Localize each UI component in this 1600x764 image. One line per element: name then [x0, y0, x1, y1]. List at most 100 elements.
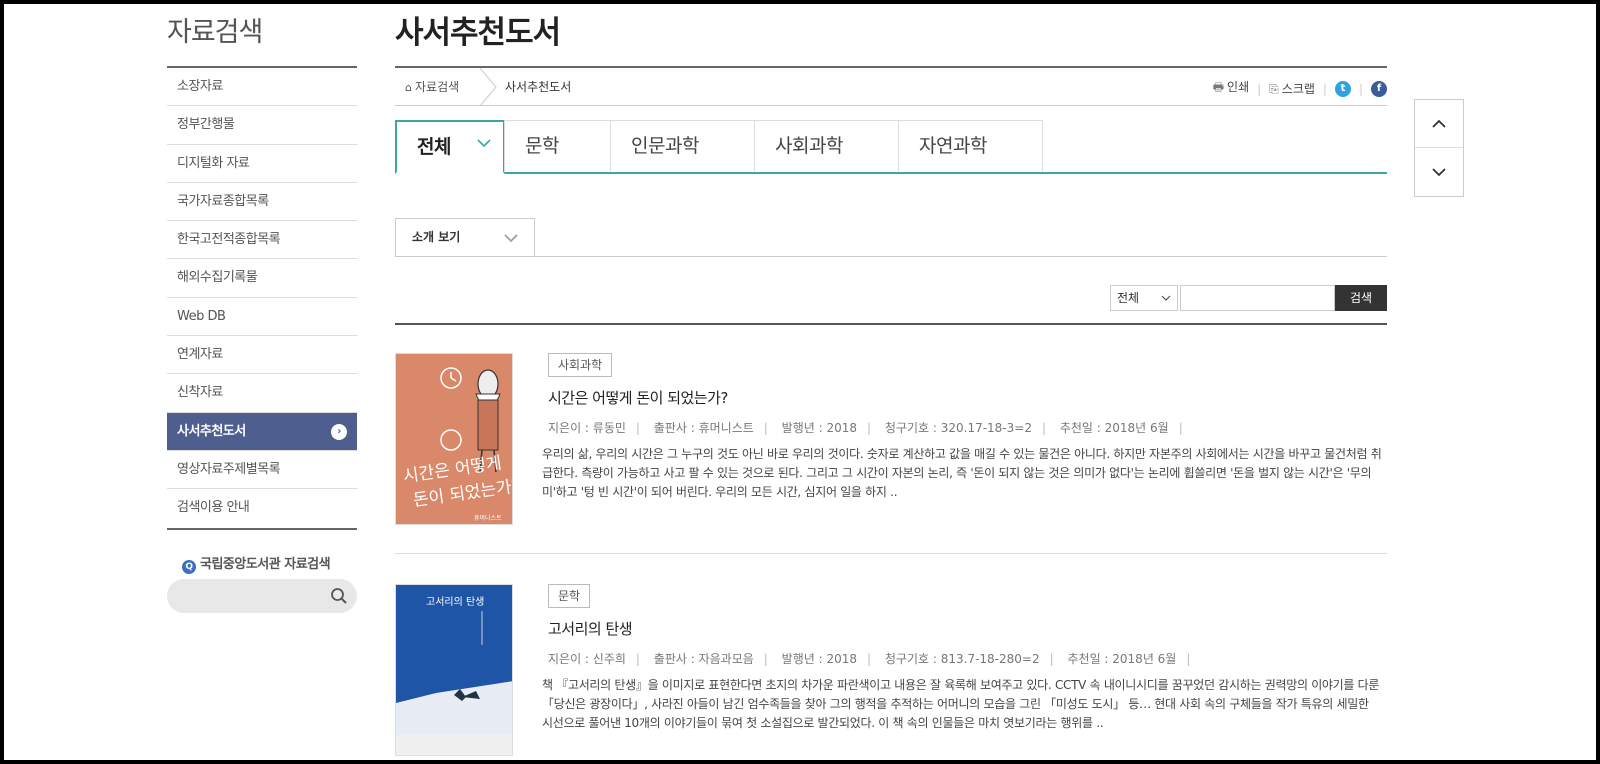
scroll-controls: [1414, 99, 1464, 197]
divider: |: [1049, 652, 1054, 666]
home-icon: ⌂: [405, 81, 412, 94]
divider: |: [763, 652, 768, 666]
facebook-icon[interactable]: f: [1371, 80, 1387, 97]
divider: |: [635, 421, 640, 435]
sidebar-item-overseas-records[interactable]: 해외수집기록물: [167, 259, 357, 298]
book-cover[interactable]: 고서리의 탄생: [395, 584, 513, 756]
twitter-icon[interactable]: t: [1334, 80, 1351, 97]
divider: |: [635, 652, 640, 666]
search-icon[interactable]: [330, 587, 348, 605]
divider: |: [1358, 81, 1363, 96]
list-item: 고서리의 탄생 문학 고서리의 탄생 지은이 : 신주희 | 출판사 : 자음과모…: [395, 584, 1387, 760]
nl-search-title: Q 국립중앙도서관 자료검색: [182, 553, 331, 574]
book-call-number: 청구기호 : 320.17-18-3=2: [884, 421, 1032, 435]
chevron-down-icon: [1432, 168, 1446, 177]
page-frame: 자료검색 소장자료 정부간행물 디지털화 자료 국가자료종합목록 한국고전적종합…: [4, 4, 1596, 760]
divider: |: [867, 652, 872, 666]
breadcrumb: ⌂ 자료검색 사서추천도서 🖶 인쇄 | ⎘ 스크랩 | t | f: [395, 66, 1387, 106]
sidebar-item-librarian-picks[interactable]: 사서추천도서 ›: [167, 412, 357, 451]
scrap-icon: ⎘: [1269, 82, 1279, 96]
tab-social-science[interactable]: 사회과학: [754, 120, 899, 172]
divider: [395, 553, 1387, 554]
print-button[interactable]: 🖶 인쇄: [1213, 78, 1249, 99]
sidebar-item-classics-catalog[interactable]: 한국고전적종합목록: [167, 221, 357, 260]
book-publisher: 출판사 : 자음과모음: [653, 652, 754, 666]
book-cover-image: 고서리의 탄생: [396, 585, 512, 755]
breadcrumb-home[interactable]: ⌂ 자료검색: [405, 78, 459, 95]
divider: |: [1041, 421, 1047, 435]
divider: [395, 323, 1387, 325]
sidebar-item-label: 사서추천도서: [177, 423, 246, 439]
chevron-up-icon: [1432, 119, 1446, 128]
tab-all[interactable]: 전체: [395, 120, 505, 174]
book-description: 우리의 삶, 우리의 시간은 그 누구의 것도 아닌 바로 우리의 것이다. 숫…: [542, 447, 1382, 499]
breadcrumb-current: 사서추천도서: [505, 80, 572, 94]
nl-search-input[interactable]: [182, 587, 322, 607]
book-cover[interactable]: 시간은 어떻게 돈이 되었는가? 휴머니스트: [395, 353, 513, 525]
book-meta: 지은이 : 신주희 | 출판사 : 자음과모음 | 발행년 : 2018 | 청구기호…: [548, 650, 1200, 667]
search-button[interactable]: 검색: [1335, 285, 1387, 311]
chevron-down-icon: [504, 234, 518, 243]
breadcrumb-home-label: 자료검색: [414, 80, 460, 94]
book-title[interactable]: 고서리의 탄생: [548, 618, 633, 639]
category-badge: 문학: [548, 584, 591, 608]
tab-literature[interactable]: 문학: [504, 120, 611, 172]
divider: [395, 256, 1387, 257]
svg-text:휴머니스트: 휴머니스트: [474, 514, 502, 522]
scroll-up-button[interactable]: [1415, 100, 1463, 148]
book-recommended-date: 추천일 : 2018년 6월: [1067, 652, 1177, 666]
scrap-button[interactable]: ⎘ 스크랩: [1269, 80, 1315, 97]
category-badge: 사회과학: [548, 353, 613, 377]
svg-text:고서리의 탄생: 고서리의 탄생: [426, 596, 484, 608]
chevron-down-icon: [1161, 295, 1171, 301]
sidebar-item-new-arrivals[interactable]: 신착자료: [167, 374, 357, 413]
book-year: 발행년 : 2018: [781, 421, 858, 435]
book-title[interactable]: 시간은 어떻게 돈이 되었는가?: [548, 387, 728, 408]
book-meta: 지은이 : 류동민 | 출판사 : 휴머니스트 | 발행년 : 2018 | 청구기호…: [548, 419, 1193, 436]
print-label: 인쇄: [1227, 80, 1250, 94]
search-field-select[interactable]: 전체: [1110, 285, 1178, 311]
tab-label: 전체: [417, 136, 451, 158]
page-title: 사서추천도서: [395, 15, 561, 51]
book-publisher: 출판사 : 휴머니스트: [653, 421, 754, 435]
chevron-right-icon: ›: [331, 423, 347, 440]
page-tools: 🖶 인쇄 | ⎘ 스크랩 | t | f: [1213, 78, 1387, 99]
nl-search-title-label: 국립중앙도서관 자료검색: [200, 557, 331, 572]
divider: |: [867, 421, 872, 435]
sidebar-item-gov-publications[interactable]: 정부간행물: [167, 106, 357, 145]
search-badge-icon: Q: [182, 560, 196, 574]
scrap-label: 스크랩: [1281, 82, 1315, 96]
sidebar-item-webdb[interactable]: Web DB: [167, 298, 357, 337]
sidebar-item-search-guide[interactable]: 검색이용 안내: [167, 489, 357, 527]
sidebar-item-linked[interactable]: 연계자료: [167, 336, 357, 375]
breadcrumb-separator-icon: [479, 68, 497, 106]
scroll-down-button[interactable]: [1415, 148, 1463, 196]
sidebar-item-digitized[interactable]: 디지털화 자료: [167, 145, 357, 183]
book-cover-image: 시간은 어떻게 돈이 되었는가? 휴머니스트: [396, 354, 512, 524]
divider: |: [763, 421, 768, 435]
sidebar-item-holdings[interactable]: 소장자료: [167, 68, 357, 107]
divider: |: [1257, 81, 1262, 96]
tab-humanities[interactable]: 인문과학: [610, 120, 755, 172]
list-item: 시간은 어떻게 돈이 되었는가? 휴머니스트 사회과학 시간은 어떻게 돈이 되…: [395, 353, 1387, 533]
sidebar-title: 자료검색: [167, 17, 263, 48]
sidebar-item-video-subjects[interactable]: 영상자료주제별목록: [167, 451, 357, 490]
category-tabs: 전체 문학 인문과학 사회과학 자연과학: [395, 120, 1387, 174]
sidebar-menu: 소장자료 정부간행물 디지털화 자료 국가자료종합목록 한국고전적종합목록 해외…: [167, 66, 357, 530]
search-field-value: 전체: [1117, 291, 1140, 305]
printer-icon: 🖶: [1212, 80, 1225, 94]
book-year: 발행년 : 2018: [781, 652, 858, 666]
search-input[interactable]: [1180, 285, 1335, 311]
book-call-number: 청구기호 : 813.7-18-280=2: [884, 652, 1040, 666]
chevron-down-icon: [477, 139, 491, 148]
divider: |: [1186, 652, 1191, 666]
divider: |: [1322, 81, 1327, 96]
sidebar-item-union-catalog[interactable]: 국가자료종합목록: [167, 183, 357, 222]
view-mode-label: 소개 보기: [412, 230, 461, 244]
book-author: 지은이 : 신주희: [548, 652, 626, 666]
book-author: 지은이 : 류동민: [548, 421, 626, 435]
book-description: 책 『고서리의 탄생』을 이미지로 표현한다면 초지의 차가운 파란색이고 내용…: [542, 678, 1380, 730]
divider: |: [1178, 421, 1183, 435]
view-mode-select[interactable]: 소개 보기: [395, 218, 535, 256]
tab-natural-science[interactable]: 자연과학: [898, 120, 1043, 172]
